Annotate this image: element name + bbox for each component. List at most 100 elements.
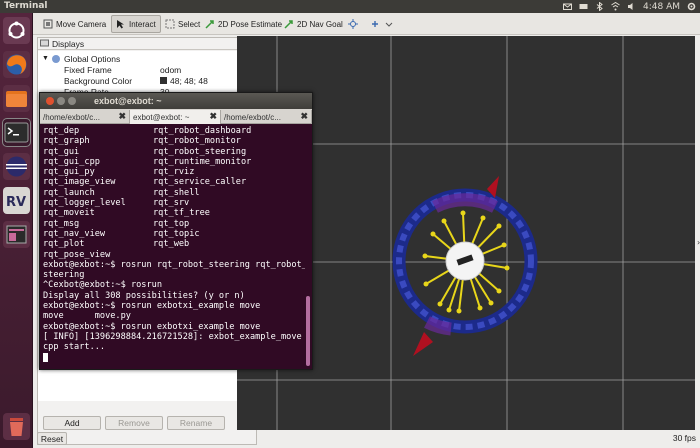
select-tool[interactable]: Select xyxy=(161,15,204,33)
volume-icon[interactable] xyxy=(627,2,636,11)
terminal-tab-1[interactable]: /home/exbot/c... ✖ xyxy=(40,110,130,124)
terminal-tab-2[interactable]: exbot@exbot: ~ ✖ xyxy=(130,110,221,124)
fps-readout: 30 fps xyxy=(672,433,696,443)
terminal-line: rqt_nav_view rqt_topic xyxy=(43,229,305,239)
terminal-text: rqt_gui_cpp xyxy=(43,156,100,167)
terminal-line: rqt_pose_view xyxy=(43,249,111,260)
add-button[interactable]: Add xyxy=(43,416,101,430)
close-tab-icon[interactable]: ✖ xyxy=(300,111,308,122)
terminal-text: rqt_web xyxy=(153,239,190,250)
rename-button[interactable]: Rename xyxy=(167,416,225,430)
terminal-line: rqt_moveit rqt_tf_tree xyxy=(43,208,305,218)
rviz-icon[interactable]: RV xyxy=(3,187,30,214)
terminal-line: rqt_graph rqt_robot_monitor xyxy=(43,136,305,146)
files-icon[interactable] xyxy=(3,85,30,112)
terminal-text: rqt_launch xyxy=(43,187,95,198)
toolbar: Move Camera Interact Select 2D Pose Esti… xyxy=(33,13,700,35)
terminal-line: rqt_logger_level rqt_srv xyxy=(43,198,305,208)
dash-icon[interactable] xyxy=(3,17,30,44)
pose-estimate-label: 2D Pose Estimate xyxy=(218,19,283,29)
terminal-line: move move.py xyxy=(43,311,131,322)
terminal-line: rqt_dep rqt_robot_dashboard xyxy=(43,126,305,136)
terminal-line: rqt_launch rqt_shell xyxy=(43,188,305,198)
interact-label: Interact xyxy=(129,19,156,29)
remove-button[interactable]: Remove xyxy=(105,416,163,430)
firefox-icon[interactable] xyxy=(3,51,30,78)
terminal-line: [ INFO] [1396298884.216721528]: exbot_ex… xyxy=(43,331,302,342)
move-camera-icon xyxy=(43,19,53,29)
property-value[interactable]: 48; 48; 48 xyxy=(170,76,208,86)
terminal-title: exbot@exbot: ~ xyxy=(94,96,162,106)
terminal-line: rqt_msg rqt_top xyxy=(43,219,305,229)
clock[interactable]: 4:48 AM xyxy=(643,2,680,12)
background-color-row[interactable]: Background Color 48; 48; 48 xyxy=(38,75,256,86)
interact-tool[interactable]: Interact xyxy=(111,15,161,33)
reset-button[interactable]: Reset xyxy=(37,432,67,445)
terminal-text: rqt_moveit xyxy=(43,208,95,219)
terminal-line: rqt_plot rqt_web xyxy=(43,239,305,249)
terminal-titlebar[interactable]: exbot@exbot: ~ xyxy=(40,93,312,109)
terminal-line: rqt_gui rqt_robot_steering xyxy=(43,147,305,157)
minimize-window-icon[interactable] xyxy=(57,97,65,105)
publish-point-tool[interactable] xyxy=(344,15,362,33)
terminal-text: rqt_robot_steering xyxy=(153,146,247,157)
color-swatch[interactable] xyxy=(160,77,167,84)
select-label: Select xyxy=(178,19,201,29)
terminal-text: rqt_robot_dashboard xyxy=(153,126,252,136)
terminal-line: ^Cexbot@exbot:~$ rosrun xyxy=(43,280,162,291)
terminal-text: rqt_top xyxy=(153,218,190,229)
expand-arrow-icon[interactable]: ▼ xyxy=(42,55,49,62)
workspace-switcher-icon[interactable] xyxy=(3,221,30,248)
trash-icon[interactable] xyxy=(3,413,30,440)
terminal-tab-3[interactable]: /home/exbot/c... ✖ xyxy=(221,110,312,124)
bluetooth-icon[interactable] xyxy=(595,2,604,11)
interact-icon xyxy=(116,19,126,29)
svg-text:RV: RV xyxy=(6,195,26,210)
close-window-icon[interactable] xyxy=(46,97,54,105)
terminal-line: steering xyxy=(43,270,85,281)
terminal-prompt-line xyxy=(43,352,305,363)
terminal-text: rqt_gui xyxy=(43,146,80,157)
fixed-frame-row[interactable]: Fixed Frame odom xyxy=(38,64,256,75)
terminal-text: rqt_shell xyxy=(153,187,200,198)
terminal-line: rqt_image_view rqt_service_caller xyxy=(43,177,305,187)
terminal-scrollbar[interactable] xyxy=(306,126,310,366)
maximize-window-icon[interactable] xyxy=(68,97,76,105)
eclipse-icon[interactable] xyxy=(3,153,30,180)
network-icon[interactable] xyxy=(611,2,620,11)
scrollbar-thumb[interactable] xyxy=(306,296,310,366)
terminal-window[interactable]: exbot@exbot: ~ /home/exbot/c... ✖ exbot@… xyxy=(39,92,313,370)
move-camera-tool[interactable]: Move Camera xyxy=(39,15,110,33)
indicators: 4:48 AM xyxy=(563,0,696,13)
terminal-line: exbot@exbot:~$ rosrun rqt_robot_steering… xyxy=(43,259,305,270)
tool-options-dropdown[interactable] xyxy=(367,15,398,33)
keyboard-icon[interactable] xyxy=(579,2,588,11)
global-options-row[interactable]: ▼ Global Options xyxy=(38,53,256,64)
close-tab-icon[interactable]: ✖ xyxy=(118,111,126,122)
terminal-icon[interactable] xyxy=(3,119,30,146)
gear-icon[interactable] xyxy=(687,2,696,11)
launcher: RV xyxy=(0,13,33,448)
global-options-label: Global Options xyxy=(64,53,121,64)
terminal-text: rqt_runtime_monitor xyxy=(153,156,252,167)
tab-label: /home/exbot/c... xyxy=(43,112,100,122)
nav-goal-label: 2D Nav Goal xyxy=(297,19,343,29)
property-key: Background Color xyxy=(64,75,133,86)
terminal-line: rqt_gui_py rqt_rviz xyxy=(43,167,305,177)
terminal-text: rqt_tf_tree xyxy=(153,208,210,219)
terminal-text: rqt_rviz xyxy=(153,167,195,178)
tab-label: exbot@exbot: ~ xyxy=(133,112,190,122)
terminal-line: Display all 308 possibilities? (y or n) xyxy=(43,290,245,301)
terminal-output[interactable]: rqt_dep rqt_robot_dashboard rqt_graph rqt_… xyxy=(43,126,305,368)
globe-icon xyxy=(52,54,60,63)
terminal-line: exbot@exbot:~$ rosrun exbotxi_example mo… xyxy=(43,301,261,312)
terminal-text: rqt_gui_py xyxy=(43,167,95,178)
nav-goal-tool[interactable]: 2D Nav Goal xyxy=(280,15,347,33)
text-cursor xyxy=(43,352,48,362)
close-tab-icon[interactable]: ✖ xyxy=(209,111,217,122)
terminal-text: rqt_plot xyxy=(43,239,85,250)
mail-icon[interactable] xyxy=(563,2,572,11)
terminal-text: rqt_nav_view xyxy=(43,228,106,239)
pose-estimate-tool[interactable]: 2D Pose Estimate xyxy=(201,15,286,33)
property-value[interactable]: odom xyxy=(160,65,181,75)
